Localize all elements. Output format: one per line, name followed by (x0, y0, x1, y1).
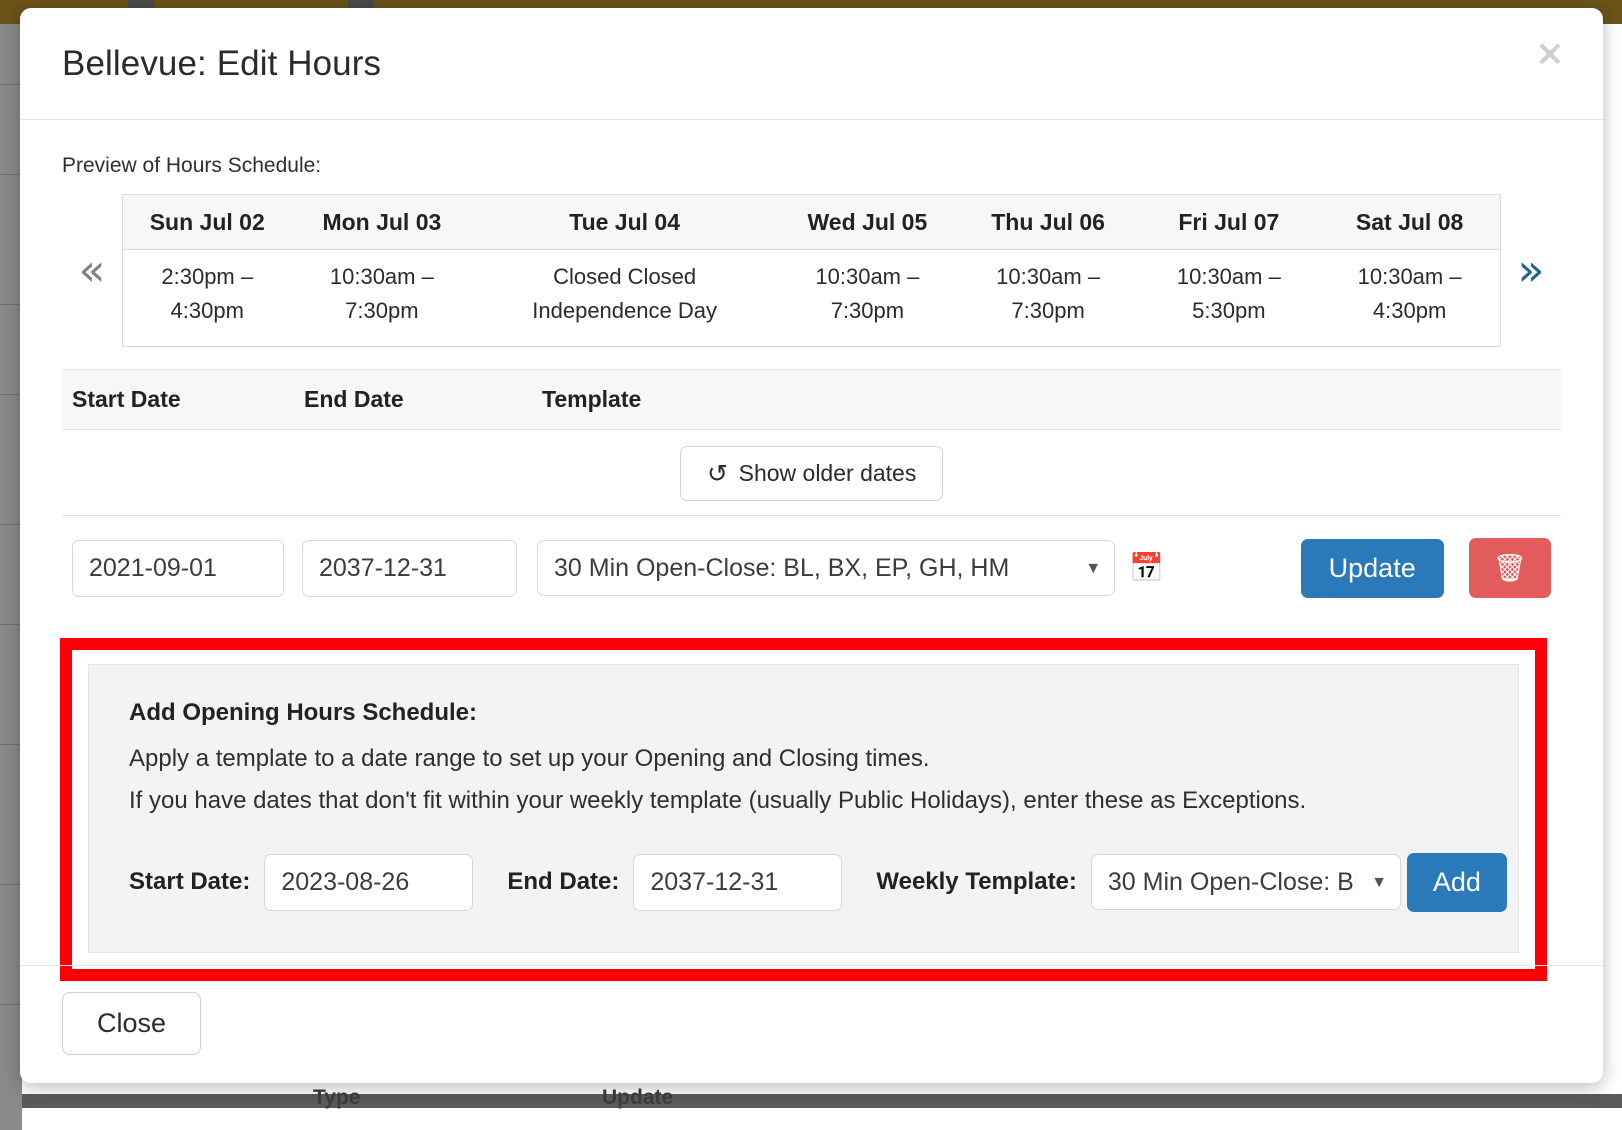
day-hours: 10:30am – 7:30pm (815, 264, 920, 324)
schedule-template-select[interactable]: 30 Min Open-Close: BL, BX, EP, GH, HM (537, 540, 1115, 597)
add-panel-desc-line2: If you have dates that don't fit within … (129, 786, 1307, 814)
add-panel-desc-line1: Apply a template to a date range to set … (129, 745, 930, 773)
show-older-dates-button[interactable]: ↻ Show older dates (679, 446, 944, 502)
day-hours: 2:30pm – 4:30pm (161, 264, 254, 324)
day-hours: 10:30am – 7:30pm (996, 264, 1101, 324)
day-header: Sun Jul 02 (122, 194, 292, 250)
close-button[interactable]: Close (62, 992, 202, 1055)
modal-footer: Close (20, 965, 1603, 1083)
day-hours: 10:30am – 7:30pm (329, 264, 434, 324)
modal-header: Bellevue: Edit Hours × (20, 8, 1603, 120)
add-end-date-input[interactable] (633, 853, 843, 911)
day-hours: 10:30am – 4:30pm (1357, 264, 1462, 324)
column-header-template: Template (542, 386, 642, 413)
background-ghost-update: Update (602, 1086, 674, 1109)
add-opening-hours-panel: Add Opening Hours Schedule: Apply a temp… (88, 664, 1519, 953)
schedule-start-date-input[interactable] (72, 539, 284, 597)
show-older-dates-row: ↻ Show older dates (62, 430, 1561, 517)
day-header: Tue Jul 04 (472, 194, 778, 250)
add-template-select-wrap: 30 Min Open-Close: BL, BX, EP, GH, HM ▾ (1090, 854, 1401, 911)
update-button[interactable]: Update (1300, 538, 1444, 598)
day-header: Thu Jul 06 (957, 194, 1139, 250)
calendar-icon[interactable]: 📅 (1129, 554, 1164, 582)
column-header-start-date: Start Date (72, 386, 181, 413)
edit-hours-modal: Bellevue: Edit Hours × Preview of Hours … (20, 8, 1603, 1083)
modal-title: Bellevue: Edit Hours (62, 44, 382, 83)
add-schedule-form: Start Date: End Date: Weekly Template: 3… (129, 852, 1507, 912)
background-left-strip (0, 24, 22, 1130)
schedule-end-date-input[interactable] (302, 539, 517, 597)
show-older-dates-label: Show older dates (738, 460, 917, 487)
add-start-date-label: Start Date: (129, 868, 251, 896)
add-panel-title: Add Opening Hours Schedule: (129, 699, 478, 727)
add-button[interactable]: Add (1406, 852, 1507, 912)
prev-week-icon[interactable]: « (62, 248, 122, 293)
column-header-end-date: End Date (304, 386, 404, 413)
add-weekly-template-select[interactable]: 30 Min Open-Close: BL, BX, EP, GH, HM (1090, 854, 1401, 911)
history-icon: ↻ (706, 459, 728, 489)
page-root: Type Update Bellevue: Edit Hours × Previ… (0, 0, 1622, 1130)
delete-button[interactable]: 🗑 (1468, 538, 1551, 599)
add-weekly-template-label: Weekly Template: (876, 868, 1077, 896)
add-end-date-label: End Date: (507, 868, 620, 896)
week-preview: « Sun Jul 02 Mon Jul 03 Tue Jul 04 Wed J… (62, 194, 1561, 348)
schedule-row: 30 Min Open-Close: BL, BX, EP, GH, HM ▾ … (62, 516, 1561, 622)
week-hours-row: 2:30pm – 4:30pm 10:30am – 7:30pm Closed … (123, 250, 1501, 347)
background-ghost-type: Type (313, 1086, 361, 1109)
schedule-table-header: Start Date End Date Template (62, 369, 1561, 431)
add-start-date-input[interactable] (264, 853, 474, 911)
background-row-bar (22, 1094, 1622, 1108)
preview-label: Preview of Hours Schedule: (62, 154, 322, 177)
week-preview-table: Sun Jul 02 Mon Jul 03 Tue Jul 04 Wed Jul… (122, 194, 1501, 348)
day-hours: 10:30am – 5:30pm (1176, 264, 1281, 324)
week-header-row: Sun Jul 02 Mon Jul 03 Tue Jul 04 Wed Jul… (122, 194, 1501, 250)
close-x-icon[interactable]: × (1535, 36, 1565, 72)
day-header: Mon Jul 03 (291, 194, 473, 250)
day-hours: Closed Closed Independence Day (532, 264, 717, 324)
day-header: Sat Jul 08 (1319, 194, 1501, 250)
highlight-annotation: Add Opening Hours Schedule: Apply a temp… (60, 638, 1547, 981)
schedule-template-select-wrap: 30 Min Open-Close: BL, BX, EP, GH, HM ▾ (537, 540, 1115, 597)
day-header: Wed Jul 05 (777, 194, 958, 250)
day-header: Fri Jul 07 (1138, 194, 1320, 250)
next-week-icon[interactable]: » (1501, 248, 1561, 293)
modal-body: Preview of Hours Schedule: « Sun Jul 02 … (20, 154, 1603, 981)
